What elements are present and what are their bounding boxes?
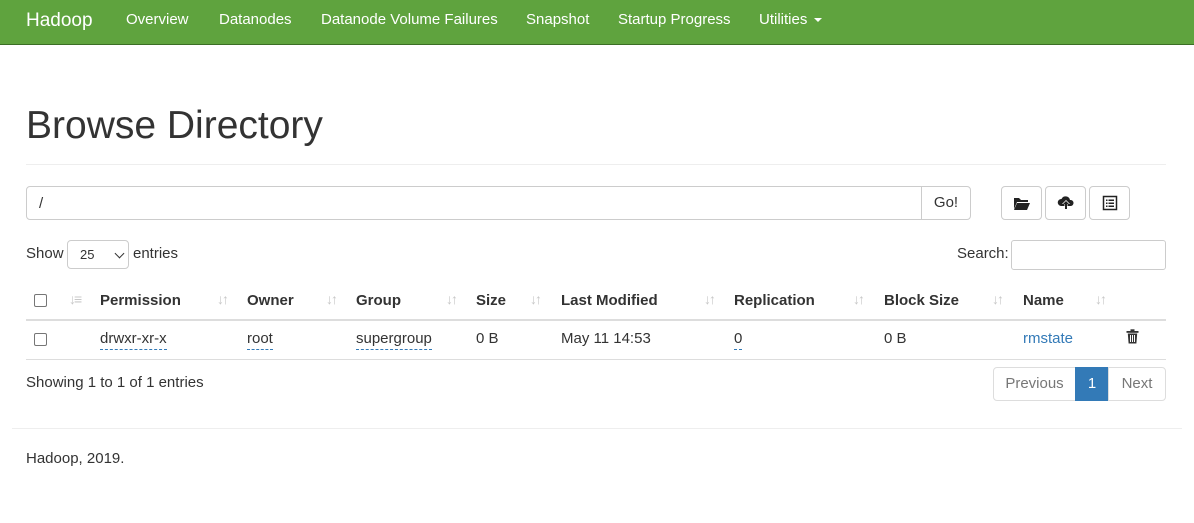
brand-link[interactable]: Hadoop <box>26 10 93 32</box>
nav-datanode-volume-failures[interactable]: Datanode Volume Failures <box>321 11 498 28</box>
sort-icon[interactable]: ↓↑ <box>326 291 338 307</box>
name-link[interactable]: rmstate <box>1023 330 1073 347</box>
page-title: Browse Directory <box>26 104 323 147</box>
footer-divider <box>12 428 1182 429</box>
pagination-previous[interactable]: Previous <box>993 367 1076 401</box>
sort-icon[interactable]: ↓↑ <box>992 291 1004 307</box>
nav-utilities-dropdown[interactable]: Utilities <box>759 11 823 28</box>
title-divider <box>26 164 1166 165</box>
column-header-last-modified[interactable]: Last Modified <box>561 292 658 309</box>
group-cell[interactable]: supergroup <box>356 330 432 350</box>
row-select-checkbox[interactable] <box>34 333 47 346</box>
nav-utilities-label: Utilities <box>759 11 808 28</box>
table-info: Showing 1 to 1 of 1 entries <box>26 374 204 391</box>
trash-icon[interactable] <box>1126 329 1139 344</box>
sort-icon[interactable]: ↓↑ <box>217 291 229 307</box>
directory-path-input[interactable] <box>26 186 922 220</box>
row-divider <box>26 359 1166 360</box>
owner-cell[interactable]: root <box>247 330 273 350</box>
sort-desc-icon[interactable]: ↓≡ <box>69 291 82 307</box>
cut-paste-button[interactable] <box>1089 186 1130 220</box>
entries-label: entries <box>133 245 179 262</box>
footer-text: Hadoop, 2019. <box>26 450 125 467</box>
nav-snapshot[interactable]: Snapshot <box>526 11 589 28</box>
sort-icon[interactable]: ↓↑ <box>530 291 542 307</box>
column-header-size[interactable]: Size <box>476 292 506 309</box>
pagination-page-1[interactable]: 1 <box>1075 367 1109 401</box>
column-header-replication[interactable]: Replication <box>734 292 815 309</box>
replication-cell[interactable]: 0 <box>734 330 743 350</box>
sort-icon[interactable]: ↓↑ <box>446 291 458 307</box>
nav-startup-progress[interactable]: Startup Progress <box>618 11 731 28</box>
list-alt-icon <box>1102 195 1117 211</box>
column-header-block-size[interactable]: Block Size <box>884 292 959 309</box>
last-modified-cell: May 11 14:53 <box>561 330 651 347</box>
sort-icon[interactable]: ↓↑ <box>1095 291 1107 307</box>
column-header-owner[interactable]: Owner <box>247 292 294 309</box>
go-button[interactable]: Go! <box>921 186 971 220</box>
table-header-divider <box>26 319 1166 321</box>
search-label: Search: <box>957 245 1009 262</box>
caret-down-icon <box>814 18 823 23</box>
nav-overview[interactable]: Overview <box>126 11 189 28</box>
cloud-upload-icon <box>1057 196 1074 209</box>
size-cell: 0 B <box>476 330 499 347</box>
column-header-permission[interactable]: Permission <box>100 292 181 309</box>
search-input[interactable] <box>1011 240 1166 270</box>
chevron-down-icon <box>114 248 125 259</box>
sort-icon[interactable]: ↓↑ <box>853 291 865 307</box>
column-header-group[interactable]: Group <box>356 292 401 309</box>
permission-cell[interactable]: drwxr-xr-x <box>100 330 167 350</box>
upload-files-button[interactable] <box>1045 186 1086 220</box>
create-directory-button[interactable] <box>1001 186 1042 220</box>
column-header-name[interactable]: Name <box>1023 292 1064 309</box>
entries-per-page-select[interactable]: 25 <box>67 240 129 269</box>
nav-datanodes[interactable]: Datanodes <box>219 11 292 28</box>
sort-icon[interactable]: ↓↑ <box>704 291 716 307</box>
select-all-checkbox[interactable] <box>34 294 47 307</box>
entries-value: 25 <box>80 247 95 262</box>
navbar: Hadoop Overview Datanodes Datanode Volum… <box>0 0 1194 45</box>
show-label: Show <box>26 245 64 262</box>
pagination-next[interactable]: Next <box>1108 367 1166 401</box>
folder-open-icon <box>1013 197 1030 210</box>
block-size-cell: 0 B <box>884 330 907 347</box>
